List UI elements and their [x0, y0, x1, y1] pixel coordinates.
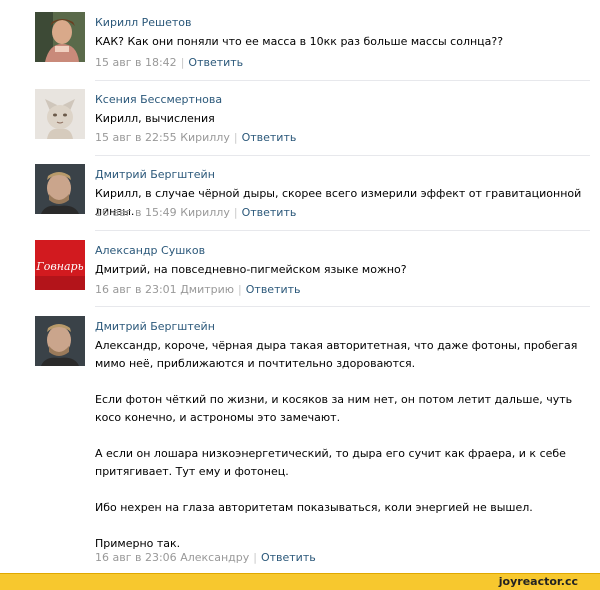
separator: |: [180, 56, 185, 69]
avatar[interactable]: [35, 316, 85, 366]
comment-date[interactable]: 16 авг в 23:01: [95, 283, 177, 296]
comment-date[interactable]: 16 авг в 15:49: [95, 206, 177, 219]
comment-meta: 16 авг в 23:01 Дмитрию | Ответить: [95, 283, 301, 296]
comment-meta: 15 авг в 18:42 | Ответить: [95, 56, 243, 69]
reply-to-link[interactable]: Александру: [180, 551, 249, 564]
comment-text: КАК? Как они поняли что ее масса в 10кк …: [95, 35, 504, 48]
avatar[interactable]: [35, 89, 85, 139]
separator: |: [253, 551, 257, 564]
avatar[interactable]: [35, 12, 85, 62]
separator: |: [238, 283, 242, 296]
comment-meta: 15 авг в 22:55 Кириллу | Ответить: [95, 131, 296, 144]
separator: |: [233, 131, 238, 144]
comment-date[interactable]: 16 авг в 23:06: [95, 551, 177, 564]
author-link[interactable]: Александр Сушков: [95, 244, 205, 257]
avatar[interactable]: [35, 164, 85, 214]
comment-date[interactable]: 15 авг в 18:42: [95, 56, 177, 69]
reply-link[interactable]: Ответить: [242, 131, 297, 144]
author-link[interactable]: Дмитрий Бергштейн: [95, 168, 215, 181]
author-link[interactable]: Дмитрий Бергштейн: [95, 320, 215, 333]
divider: [95, 155, 590, 156]
reply-to-link[interactable]: Дмитрию: [180, 283, 234, 296]
comment-meta: 16 авг в 23:06 Александру | Ответить: [95, 551, 316, 564]
reply-to-link[interactable]: Кириллу: [180, 206, 230, 219]
author-link[interactable]: Кирилл Решетов: [95, 16, 192, 29]
reply-to-link[interactable]: Кириллу: [180, 131, 230, 144]
divider: [95, 306, 590, 307]
comment-text: Дмитрий, на повседневно-пигмейском языке…: [95, 263, 407, 276]
avatar-caption: Говнарь: [35, 260, 83, 273]
comment-date[interactable]: 15 авг в 22:55: [95, 131, 177, 144]
site-footer-bar: joyreactor.cc: [0, 573, 600, 590]
author-link[interactable]: Ксения Бессмертнова: [95, 93, 222, 106]
reply-link[interactable]: Ответить: [242, 206, 297, 219]
comment-meta: 16 авг в 15:49 Кириллу | Ответить: [95, 206, 296, 219]
comment-text: Кирилл, вычисления: [95, 112, 215, 125]
separator: |: [233, 206, 238, 219]
reply-link[interactable]: Ответить: [246, 283, 301, 296]
avatar[interactable]: Говнарь: [35, 240, 85, 290]
divider: [95, 230, 590, 231]
comment-text: Александр, короче, чёрная дыра такая авт…: [95, 339, 578, 550]
reply-link[interactable]: Ответить: [261, 551, 316, 564]
reply-link[interactable]: Ответить: [188, 56, 243, 69]
divider: [95, 80, 590, 81]
site-watermark[interactable]: joyreactor.cc: [499, 575, 578, 588]
